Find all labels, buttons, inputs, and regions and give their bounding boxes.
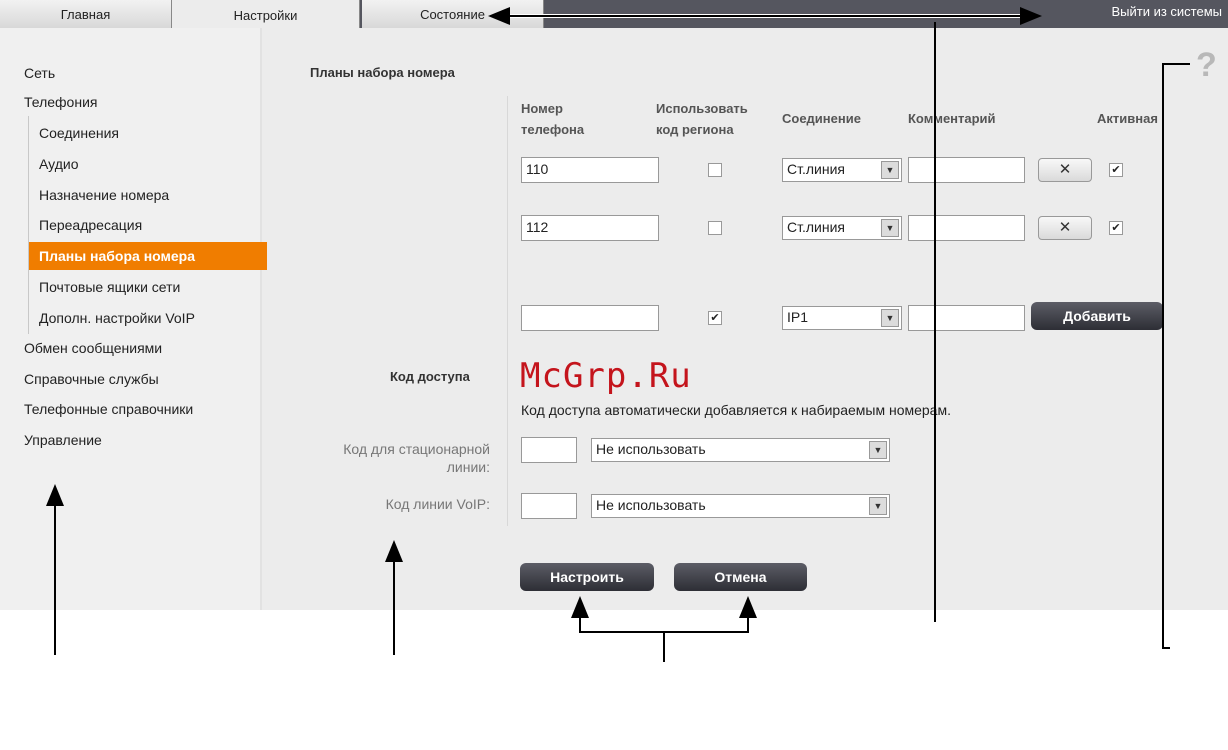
arrow-head-content [385,540,403,562]
callout-bracket-buttons [579,612,749,633]
arrow-head-right [1020,7,1042,25]
arrow-head-sidebar [46,484,64,506]
callout-line-help [1162,63,1190,649]
arrow-head-left [488,7,510,25]
arrow-head-apply [571,596,589,618]
annotation-callouts [46,7,1190,662]
arrow-head-cancel [739,596,757,618]
